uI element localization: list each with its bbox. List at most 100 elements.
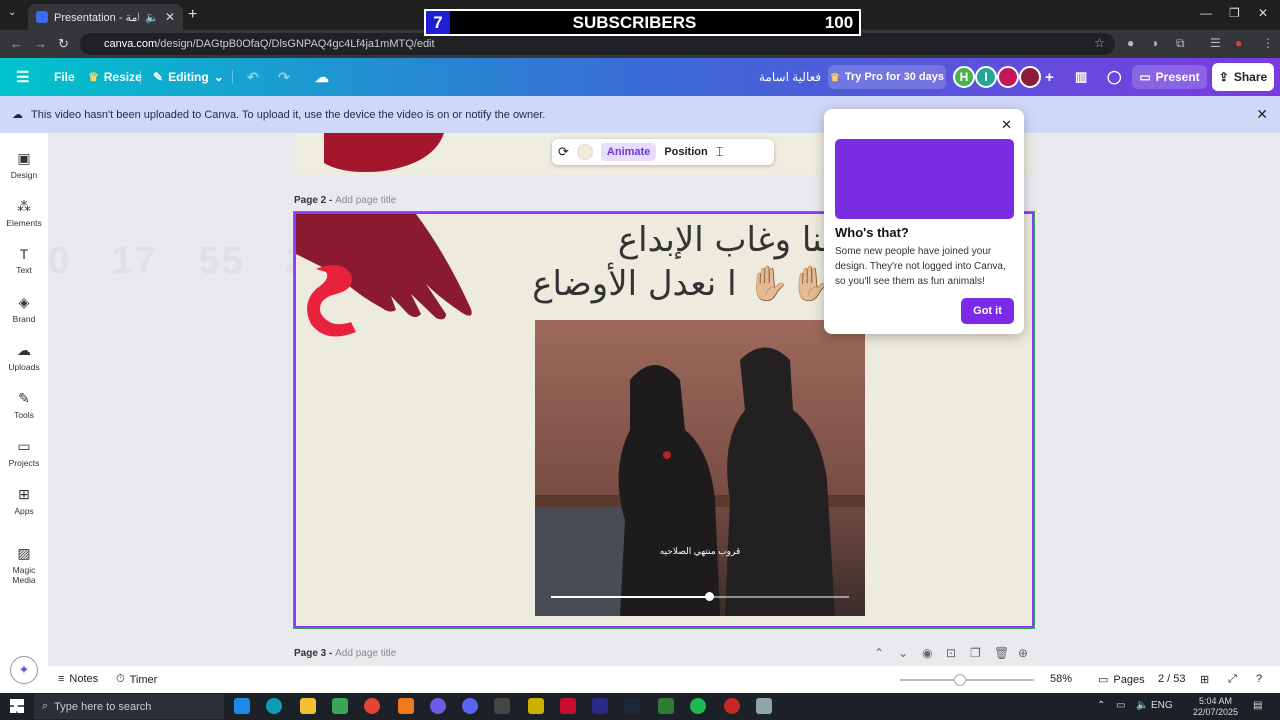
notifications-icon[interactable]: ▤	[1253, 700, 1262, 711]
position-button[interactable]: Position	[664, 146, 707, 158]
back-icon[interactable]: ←	[10, 36, 23, 51]
paint-roller-icon[interactable]: ⌶	[716, 144, 724, 160]
chrome-icon[interactable]	[364, 698, 380, 714]
zoom-slider-knob[interactable]	[954, 674, 966, 686]
network-icon[interactable]: ▭	[1116, 700, 1125, 711]
video-element[interactable]: قروب منتهي الصلاحيه	[535, 320, 865, 616]
app-icon[interactable]	[430, 698, 446, 714]
got-it-button[interactable]: Got it	[961, 298, 1014, 324]
close-notice-icon[interactable]: ✕	[1256, 106, 1268, 123]
sidebar-item-magic-media[interactable]: ▨ Magic Media	[0, 545, 48, 585]
lock-icon[interactable]: ⊡	[946, 646, 956, 660]
extensions-puzzle-icon[interactable]: ⧉	[1176, 36, 1185, 51]
hamburger-menu-icon[interactable]: ☰	[16, 58, 29, 96]
sidebar-item-projects[interactable]: ▭ Projects	[0, 438, 48, 468]
edge-icon[interactable]	[266, 698, 282, 714]
sidebar-item-tools[interactable]: ✎ Tools	[0, 390, 48, 420]
color-swatch[interactable]	[576, 144, 593, 160]
sidebar-item-design[interactable]: ▣ Design	[0, 150, 48, 180]
timer-button[interactable]: ⏱ Timer	[116, 673, 157, 686]
animate-button[interactable]: Animate	[600, 143, 657, 161]
cloud-sync-icon[interactable]: ☁	[315, 58, 329, 96]
reading-list-icon[interactable]: ☰	[1210, 36, 1221, 50]
language-indicator[interactable]: ENG	[1151, 700, 1173, 711]
move-down-icon[interactable]: ⌄	[898, 646, 908, 660]
zoom-slider-track[interactable]	[900, 679, 1034, 681]
add-page-title[interactable]: Add page title	[335, 195, 396, 206]
move-up-icon[interactable]: ⌃	[874, 646, 884, 660]
zoom-level[interactable]: 58%	[1050, 673, 1072, 685]
app-icon[interactable]	[592, 698, 608, 714]
extension-icon-2[interactable]: ◗	[1152, 36, 1159, 50]
pages-button[interactable]: ▭ Pages	[1098, 673, 1145, 687]
app-icon[interactable]	[528, 698, 544, 714]
tab-search-icon[interactable]: ⌄	[8, 7, 16, 18]
profile-avatar[interactable]: ●	[1235, 36, 1242, 50]
extension-icon[interactable]: ●	[1127, 36, 1134, 50]
app-icon[interactable]	[560, 698, 576, 714]
store-icon[interactable]	[332, 698, 348, 714]
bookmark-star-icon[interactable]: ☆	[1094, 36, 1105, 50]
taskbar-clock[interactable]: 5:04 AM 22/07/2025	[1193, 696, 1238, 718]
design-title[interactable]: فعالية اسامة	[759, 58, 821, 96]
delete-icon[interactable]: 🗑	[994, 646, 1009, 660]
replace-icon[interactable]: ⟳	[558, 144, 569, 160]
app-icon[interactable]	[494, 698, 510, 714]
close-window-icon[interactable]: ✕	[1258, 6, 1268, 20]
collaborator-avatar[interactable]	[997, 66, 1019, 88]
sidebar-item-brand[interactable]: ◈ Brand	[0, 294, 48, 324]
add-page-icon[interactable]: ⊕	[1018, 646, 1028, 660]
slide-title-line-1[interactable]: بنا وغاب الإبداع	[618, 220, 832, 260]
collaborator-avatar[interactable]: H	[953, 66, 975, 88]
video-scrubber-knob[interactable]	[704, 592, 714, 601]
share-button[interactable]: ⇪ Share	[1212, 63, 1274, 91]
app-icon[interactable]	[724, 698, 740, 714]
slide-title-line-2[interactable]: ✋🏼✋🏼 ا نعدل الأوضاع	[532, 264, 832, 304]
forward-icon[interactable]: →	[34, 36, 47, 51]
duplicate-icon[interactable]: ❐	[970, 646, 981, 660]
browser-menu-icon[interactable]: ⋮	[1262, 36, 1274, 50]
copilot-icon[interactable]	[234, 698, 250, 714]
video-progress-track[interactable]	[551, 592, 849, 601]
try-pro-button[interactable]: ♛ Try Pro for 30 days	[828, 65, 946, 89]
help-icon[interactable]: ?	[1256, 673, 1262, 685]
volume-icon[interactable]: 🔈	[1136, 700, 1148, 711]
reload-icon[interactable]: ↻	[58, 36, 69, 52]
add-collaborator-icon[interactable]: +	[1045, 58, 1054, 96]
new-tab-icon[interactable]: +	[188, 6, 197, 24]
taskbar-search-input[interactable]: ⌕ Type here to search	[34, 694, 224, 719]
sidebar-item-text[interactable]: T Text	[0, 246, 48, 275]
restore-icon[interactable]: ❐	[1229, 6, 1240, 20]
redo-icon[interactable]: ↷	[278, 58, 290, 96]
notes-button[interactable]: ≡ Notes	[58, 673, 98, 685]
insights-chart-icon[interactable]: ▥	[1075, 58, 1087, 96]
tray-chevron-icon[interactable]: ⌃	[1097, 700, 1105, 711]
collaborator-avatar[interactable]	[1019, 66, 1041, 88]
page-2-label[interactable]: Page 2 - Add page title	[294, 195, 396, 206]
hide-page-icon[interactable]: ◉	[922, 646, 932, 660]
file-explorer-icon[interactable]	[300, 698, 316, 714]
sidebar-item-apps[interactable]: ⊞ Apps	[0, 486, 48, 516]
minimize-icon[interactable]: —	[1200, 6, 1212, 20]
grid-view-icon[interactable]: ⊞	[1200, 673, 1209, 686]
browser-tab[interactable]: Presentation - فعالية اسامة 🔈 ✕	[28, 4, 183, 30]
resize-button[interactable]: ♛ Resize	[88, 58, 142, 96]
file-menu[interactable]: File	[54, 58, 75, 96]
spotify-icon[interactable]	[690, 698, 706, 714]
collaborator-avatar[interactable]: I	[975, 66, 997, 88]
comment-icon[interactable]: ◯	[1107, 58, 1122, 96]
speaker-icon[interactable]: 🔈	[145, 11, 159, 24]
windows-start-icon[interactable]	[10, 699, 24, 713]
app-icon[interactable]	[658, 698, 674, 714]
discord-icon[interactable]	[462, 698, 478, 714]
fullscreen-icon[interactable]: ⤢	[1228, 673, 1237, 686]
undo-icon[interactable]: ↶	[247, 58, 259, 96]
url-input[interactable]: canva.com/design/DAGtpB0OfaQ/DlsGNPAQ4gc…	[80, 33, 1115, 55]
close-tab-icon[interactable]: ✕	[165, 10, 175, 24]
magic-sparkle-icon[interactable]: ✦	[10, 656, 38, 684]
app-icon[interactable]	[398, 698, 414, 714]
editing-mode-button[interactable]: ✎ Editing ⌄	[153, 58, 224, 96]
sidebar-item-uploads[interactable]: ☁ Uploads	[0, 342, 48, 372]
sidebar-item-elements[interactable]: ⁂ Elements	[0, 198, 48, 228]
steam-icon[interactable]	[624, 698, 640, 714]
